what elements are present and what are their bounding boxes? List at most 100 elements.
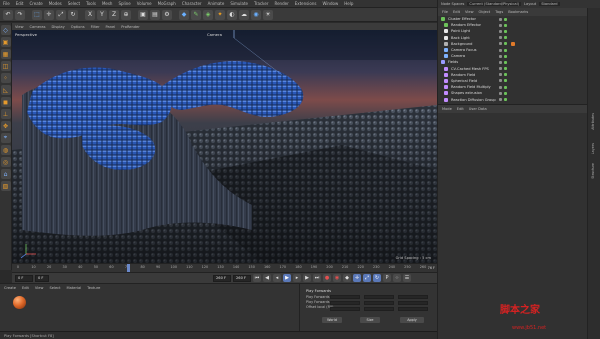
visibility-flags[interactable] [499,98,507,102]
snap-icon[interactable]: ⌖ [0,133,11,143]
enabled-check-icon[interactable] [504,48,507,52]
material-tag-icon[interactable] [511,41,515,46]
enabled-check-icon[interactable] [504,85,507,89]
visibility-flags[interactable] [499,91,507,95]
visibility-dot-icon[interactable] [499,79,502,83]
mograph-cloner-icon[interactable]: ✦ [215,9,225,20]
tab-attributes[interactable]: Attributes [591,113,595,130]
render-picture-viewer-icon[interactable]: ▤ [150,9,160,20]
menu-item-select[interactable]: Select [68,1,80,6]
apply-button[interactable]: Apply [400,317,424,323]
menu-item-tools[interactable]: Tools [86,1,96,6]
enabled-check-icon[interactable] [504,79,507,83]
menu-item-tracker[interactable]: Tracker [254,1,268,6]
viewport-menu-item-view[interactable]: View [15,25,24,29]
visibility-flags[interactable] [499,79,507,83]
om-menu-item-object[interactable]: Object [479,10,491,14]
om-menu-item-view[interactable]: View [465,10,474,14]
rotation-key-icon[interactable]: ↻ [373,274,381,282]
previous-frame-icon[interactable]: ◂ [273,274,281,282]
undo-icon[interactable]: ↶ [3,9,13,20]
enabled-check-icon[interactable] [504,91,507,95]
previous-key-icon[interactable]: ◀ [263,274,271,282]
scale-icon[interactable]: ⤢ [56,9,66,20]
menu-item-edit[interactable]: Edit [16,1,24,6]
coord-field[interactable] [364,295,394,299]
coord-field[interactable] [330,307,360,311]
enabled-check-icon[interactable] [504,36,507,40]
menu-item-help[interactable]: Help [344,1,353,6]
menu-item-mograph[interactable]: MoGraph [158,1,176,6]
visibility-dot-icon[interactable] [499,17,502,21]
render-settings-icon[interactable]: ⚙ [162,9,172,20]
next-frame-icon[interactable]: ▸ [293,274,301,282]
visibility-dot-icon[interactable] [499,98,502,102]
start-frame-field[interactable]: 0 F [15,274,33,282]
menu-item-window[interactable]: Window [322,1,338,6]
enabled-check-icon[interactable] [504,98,507,102]
layout-dropdown[interactable]: Standard [539,2,560,6]
menu-item-spline[interactable]: Spline [118,1,130,6]
perspective-viewport[interactable]: Perspective Camera Grid Spacing : 5 cm [12,30,437,263]
go-to-end-icon[interactable]: ⏭ [313,274,321,282]
visibility-dot-icon[interactable] [499,91,502,95]
autokeying-icon[interactable]: ◉ [333,274,341,282]
viewport-menu-item-prorender[interactable]: ProRender [121,25,140,29]
render-region-icon[interactable]: ▧ [0,181,11,191]
visibility-dot-icon[interactable] [499,23,502,27]
camera-icon[interactable]: ◉ [251,9,261,20]
scale-key-icon[interactable]: ⤢ [363,274,371,282]
om-menu-item-file[interactable]: File [442,10,448,14]
polygons-mode-icon[interactable]: ◼ [0,97,11,107]
subdivision-icon[interactable]: ◈ [203,9,213,20]
texture-mode-icon[interactable]: ▦ [0,49,11,59]
menu-item-file[interactable]: File [3,1,10,6]
visibility-dot-icon[interactable] [499,67,502,71]
tab-layers[interactable]: Layers [591,143,595,154]
visibility-flags[interactable] [499,17,507,21]
menu-item-create[interactable]: Create [29,1,42,6]
viewport-menu-item-cameras[interactable]: Cameras [30,25,46,29]
enabled-check-icon[interactable] [504,60,507,64]
material-menu-item-create[interactable]: Create [4,286,16,290]
menu-item-extensions[interactable]: Extensions [295,1,317,6]
visibility-flags[interactable] [499,23,507,27]
menu-item-character[interactable]: Character [182,1,202,6]
node-space-dropdown[interactable]: Current (Standard/Physical) [467,2,521,6]
visibility-flags[interactable] [499,54,507,58]
am-menu-item-mode[interactable]: Mode [442,107,452,111]
timeline-ruler[interactable]: 0102030405060708090100110120130140150160… [12,263,437,272]
visibility-flags[interactable] [499,73,507,77]
axis-y-icon[interactable]: Y [97,9,107,20]
size-dropdown[interactable]: Size [360,317,380,323]
next-key-icon[interactable]: ▶ [303,274,311,282]
visibility-dot-icon[interactable] [499,48,502,52]
menu-item-mesh[interactable]: Mesh [102,1,113,6]
tab-structure[interactable]: Structure [591,163,595,179]
visibility-flags[interactable] [499,42,507,46]
om-menu-item-bookmarks[interactable]: Bookmarks [508,10,528,14]
enabled-check-icon[interactable] [504,67,507,71]
play-forwards-icon[interactable]: ▶ [283,274,291,282]
end-frame-field[interactable]: 260 F [213,274,231,282]
redo-icon[interactable]: ↷ [15,9,25,20]
environment-icon[interactable]: ☁ [239,9,249,20]
visibility-flags[interactable] [499,67,507,71]
model-mode-icon[interactable]: ▣ [0,37,11,47]
sculpt-icon[interactable]: ◍ [0,145,11,155]
menu-item-modes[interactable]: Modes [49,1,62,6]
enabled-check-icon[interactable] [504,42,507,46]
visibility-flags[interactable] [499,36,507,40]
material-menu-item-material[interactable]: Material [67,286,82,290]
keyframe-selection-icon[interactable]: ◆ [343,274,351,282]
param-key-icon[interactable]: P [383,274,391,282]
live-selection-icon[interactable]: ⬚ [32,9,42,20]
points-mode-icon[interactable]: ⁘ [0,73,11,83]
coord-field[interactable] [330,295,360,299]
viewport-menu-item-filter[interactable]: Filter [91,25,100,29]
solo-icon[interactable]: ◎ [0,157,11,167]
coord-field[interactable] [398,307,428,311]
visibility-dot-icon[interactable] [499,42,502,46]
visibility-dot-icon[interactable] [499,85,502,89]
go-to-start-icon[interactable]: ⏮ [253,274,261,282]
